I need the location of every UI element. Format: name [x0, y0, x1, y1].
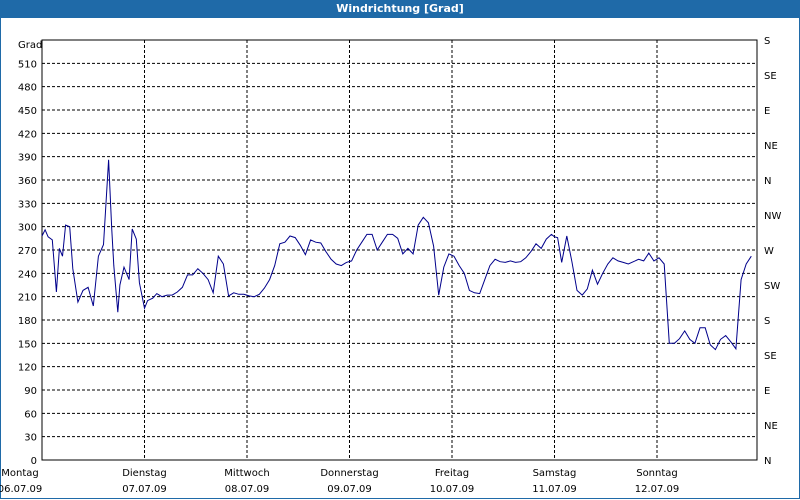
right-axis-label: NW	[764, 211, 781, 222]
y-axis-labels: 0 30 60 90 120 150 180 210 240 270 300 330 360 390 420…	[18, 59, 37, 467]
x-date-label: 11.07.09	[532, 484, 577, 495]
y-tick-label: 240	[18, 269, 37, 280]
x-day-label: Mittwoch	[224, 468, 269, 479]
right-axis-label: S	[764, 316, 770, 327]
y-tick-label: 480	[18, 83, 37, 94]
right-axis-label: W	[764, 246, 774, 257]
x-date-label: 07.07.09	[122, 484, 167, 495]
x-day-label: Montag	[1, 468, 38, 479]
right-axis-label: SE	[764, 71, 777, 82]
right-axis-label: NE	[764, 141, 778, 152]
y-tick-label: 510	[18, 59, 37, 70]
wind-direction-chart: 0 30 60 90 120 150 180 210 240 270 300 330 360 390 420…	[0, 36, 781, 495]
y-tick-label: 180	[18, 316, 37, 327]
x-day-label: Dienstag	[122, 468, 167, 479]
grid-lines	[42, 40, 757, 460]
y-tick-label: 120	[18, 363, 37, 374]
x-day-label: Sonntag	[636, 468, 678, 479]
right-axis-label: SW	[764, 281, 780, 292]
x-day-label: Freitag	[435, 468, 469, 479]
y-tick-label: 150	[18, 339, 37, 350]
y-tick-label: 450	[18, 106, 37, 117]
x-axis-labels: Montag 06.07.09 Dienstag 07.07.09 Mittwoch 08…	[0, 468, 679, 495]
x-date-label: 09.07.09	[327, 484, 372, 495]
x-date-label: 08.07.09	[225, 484, 270, 495]
x-date-label: 06.07.09	[0, 484, 42, 495]
x-day-label: Samstag	[533, 468, 577, 479]
right-axis-label: E	[764, 386, 770, 397]
y-tick-label: 210	[18, 293, 37, 304]
y-tick-label: 270	[18, 246, 37, 257]
y-tick-label: 300	[18, 223, 37, 234]
right-axis-label: S	[764, 36, 770, 47]
x-date-label: 12.07.09	[635, 484, 680, 495]
y-tick-label: 330	[18, 199, 37, 210]
right-axis-label: N	[764, 456, 771, 467]
y-tick-label: 360	[18, 176, 37, 187]
y-tick-label: 90	[24, 386, 37, 397]
right-axis-label: NE	[764, 421, 778, 432]
y-axis-title: Grad	[18, 40, 42, 51]
y-tick-label: 60	[24, 409, 37, 420]
y-tick-label: 0	[31, 456, 37, 467]
right-axis-label: E	[764, 106, 770, 117]
x-day-label: Donnerstag	[320, 468, 378, 479]
y-tick-label: 420	[18, 129, 37, 140]
right-axis-labels: N NE E SE S SW W NW N NE E SE S	[764, 36, 781, 467]
x-date-label: 10.07.09	[430, 484, 475, 495]
right-axis-label: N	[764, 176, 771, 187]
y-tick-label: 30	[24, 433, 37, 444]
series-line	[41, 159, 752, 351]
right-axis-label: SE	[764, 351, 777, 362]
y-tick-label: 390	[18, 153, 37, 164]
